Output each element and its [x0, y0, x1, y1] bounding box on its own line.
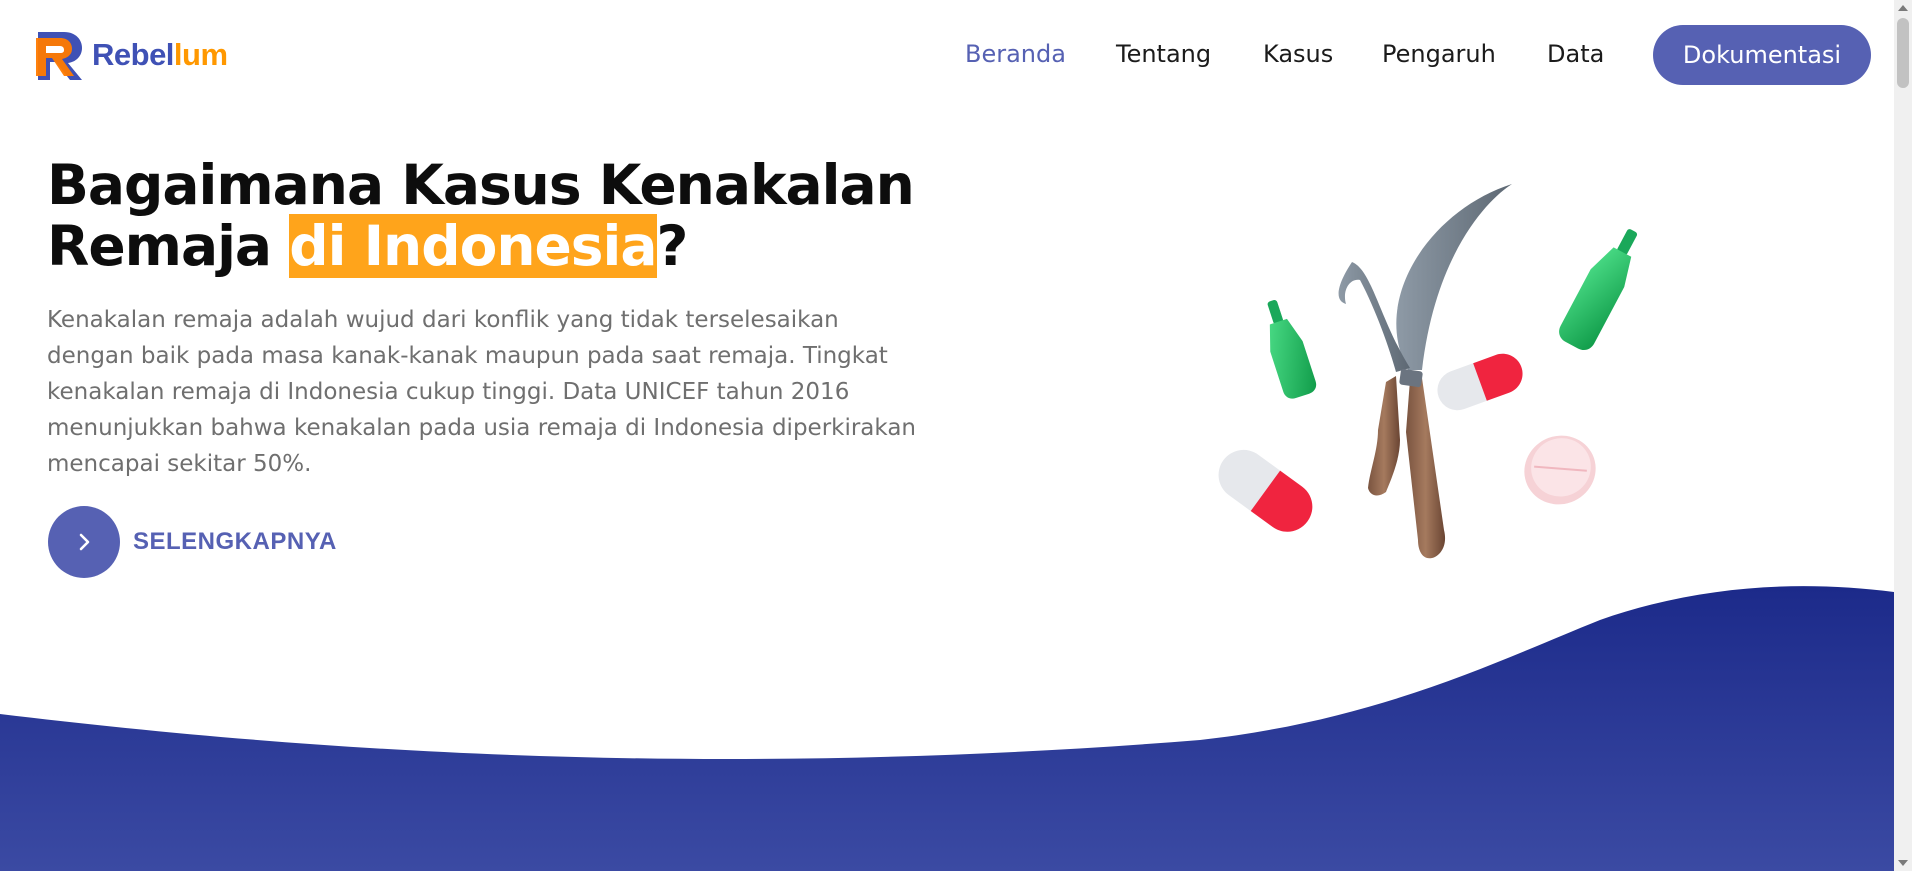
hero-title-highlight: di Indonesia — [289, 214, 658, 278]
scroll-down-icon[interactable] — [1898, 860, 1908, 866]
nav-item-pengaruh[interactable]: Pengaruh — [1382, 40, 1496, 68]
brand-logo[interactable]: Rebellum — [34, 24, 228, 86]
hero-title-line2-post: ? — [656, 214, 689, 278]
tablet-icon — [1524, 435, 1596, 505]
nav-item-tentang[interactable]: Tentang — [1116, 40, 1211, 68]
site-header: Rebellum Beranda Tentang Kasus Pengaruh … — [0, 0, 1894, 110]
dokumentasi-button[interactable]: Dokumentasi — [1653, 25, 1871, 85]
selengkapnya-button[interactable]: SELENGKAPNYA — [48, 506, 337, 578]
scroll-thumb[interactable] — [1897, 18, 1909, 88]
nav-item-kasus[interactable]: Kasus — [1263, 40, 1333, 68]
hero-title: Bagaimana Kasus Kenakalan Remaja di Indo… — [47, 153, 947, 278]
hero-title-line1: Bagaimana Kasus Kenakalan — [47, 153, 915, 217]
nav-item-beranda[interactable]: Beranda — [965, 40, 1066, 68]
wave-background — [0, 586, 1894, 871]
hero-title-line2-pre: Remaja — [47, 214, 290, 278]
cta-circle[interactable] — [48, 506, 120, 578]
capsule-icon — [1437, 353, 1523, 411]
capsule-icon-2 — [1218, 449, 1313, 532]
bottle-icon-2 — [1559, 229, 1638, 351]
bottle-icon — [1267, 299, 1317, 399]
cta-label: SELENGKAPNYA — [133, 528, 337, 555]
hero-illustration — [1218, 184, 1638, 559]
scroll-up-icon[interactable] — [1898, 5, 1908, 11]
hero-description: Kenakalan remaja adalah wujud dari konfl… — [47, 307, 916, 477]
brand-name: Rebellum — [92, 37, 228, 72]
chevron-right-icon — [79, 533, 90, 551]
logo-r-icon — [36, 32, 82, 80]
scrollbar[interactable] — [1894, 0, 1912, 871]
nav-item-data[interactable]: Data — [1547, 40, 1604, 68]
